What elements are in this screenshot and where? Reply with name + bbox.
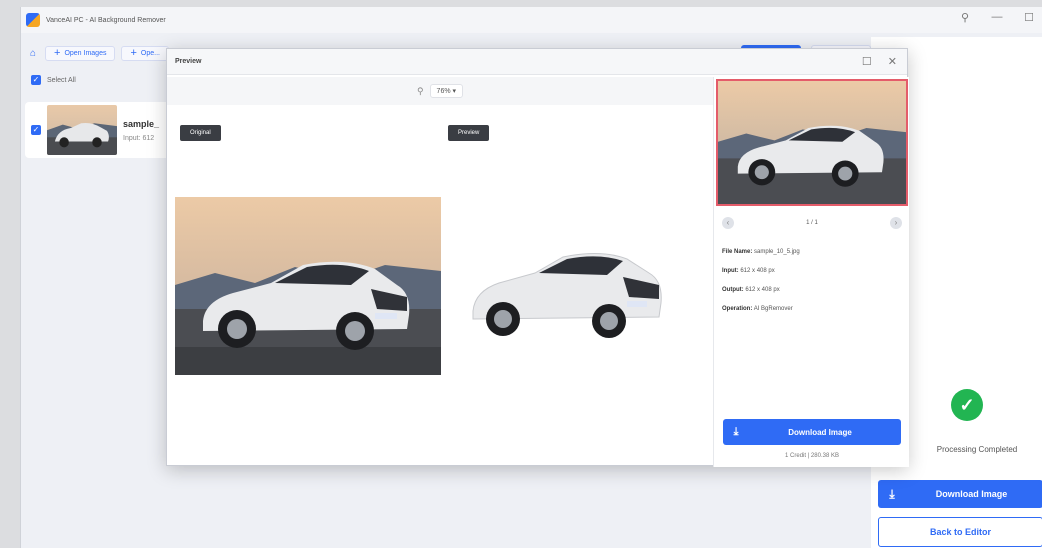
preview-dialog: Preview ☐ ✕ ⚲ 76% ▾ Original Preview ‹ 1…	[166, 48, 909, 467]
pager: ‹ 1 / 1 ›	[722, 216, 902, 230]
selected-thumbnail[interactable]	[716, 79, 908, 206]
file-list-item[interactable]: ✓ sample_ Input: 612	[25, 102, 171, 158]
select-all-label: Select All	[47, 76, 76, 84]
open-images-button[interactable]: + Open Images	[45, 45, 116, 61]
preview-side-panel: ‹ 1 / 1 › File Name: sample_10_5.jpg Inp…	[713, 77, 909, 467]
maximize-icon[interactable]: ☐	[862, 55, 872, 68]
file-meta: sample_ Input: 612	[123, 119, 159, 142]
home-icon[interactable]: ⌂	[27, 48, 39, 59]
checkbox-icon[interactable]: ✓	[31, 125, 41, 135]
info-file-name: File Name: sample_10_5.jpg	[722, 249, 800, 255]
dialog-title: Preview	[175, 58, 202, 65]
checkbox-icon[interactable]: ✓	[31, 75, 41, 85]
open-folder-button[interactable]: + Ope...	[121, 45, 169, 61]
next-page-icon[interactable]: ›	[890, 217, 902, 229]
download-icon: ⤓	[889, 486, 895, 501]
plus-icon: +	[54, 46, 61, 59]
credit-line: 1 Credit | 280.38 KB	[785, 453, 839, 459]
download-image-button[interactable]: ⤓ Download Image	[878, 480, 1042, 508]
window-controls: ⚲ — ☐	[958, 11, 1036, 24]
file-thumbnail	[47, 105, 117, 155]
preview-image	[459, 245, 689, 355]
info-output: Output: 612 x 408 px	[722, 287, 780, 293]
info-input: Input: 612 x 408 px	[722, 268, 775, 274]
app-title: VanceAI PC - AI Background Remover	[46, 16, 166, 24]
open-folder-label: Ope...	[140, 49, 160, 57]
minimize-icon[interactable]: —	[990, 11, 1004, 24]
close-icon[interactable]: ✕	[888, 55, 897, 68]
dialog-download-button[interactable]: ⤓ Download Image	[723, 419, 901, 445]
dialog-controls: ☐ ✕	[862, 55, 897, 68]
file-name: sample_	[123, 118, 160, 129]
preview-tag: Preview	[448, 125, 490, 141]
zoom-icon: ⚲	[416, 85, 424, 96]
file-list-panel: ✓ Select All ✓ sample_ Input: 612	[21, 69, 171, 548]
check-circle-icon: ✓	[951, 389, 983, 421]
download-label: Download Image	[935, 489, 1008, 499]
pager-text: 1 / 1	[806, 220, 818, 226]
select-all[interactable]: ✓ Select All	[21, 69, 171, 91]
file-input-size: Input: 612	[123, 134, 155, 142]
pin-icon[interactable]: ⚲	[958, 11, 972, 24]
zoom-select[interactable]: 76% ▾	[429, 84, 464, 98]
prev-page-icon[interactable]: ‹	[722, 217, 734, 229]
maximize-icon[interactable]: ☐	[1022, 11, 1036, 24]
app-logo-icon	[26, 13, 40, 27]
original-image	[175, 197, 441, 375]
dialog-header: Preview ☐ ✕	[167, 49, 907, 75]
zoom-bar: ⚲ 76% ▾	[167, 77, 713, 105]
open-images-label: Open Images	[64, 49, 107, 57]
info-operation: Operation: AI BgRemover	[722, 306, 793, 312]
download-icon: ⤓	[733, 425, 739, 438]
original-tag: Original	[180, 125, 221, 141]
plus-icon: +	[130, 46, 137, 59]
title-bar: VanceAI PC - AI Background Remover ⚲ — ☐	[21, 7, 1042, 33]
dialog-download-label: Download Image	[788, 427, 852, 437]
zoom-value: 76%	[436, 88, 451, 95]
file-info: File Name: sample_10_5.jpg Input: 612 x …	[722, 249, 902, 312]
back-to-editor-button[interactable]: Back to Editor	[878, 517, 1042, 547]
